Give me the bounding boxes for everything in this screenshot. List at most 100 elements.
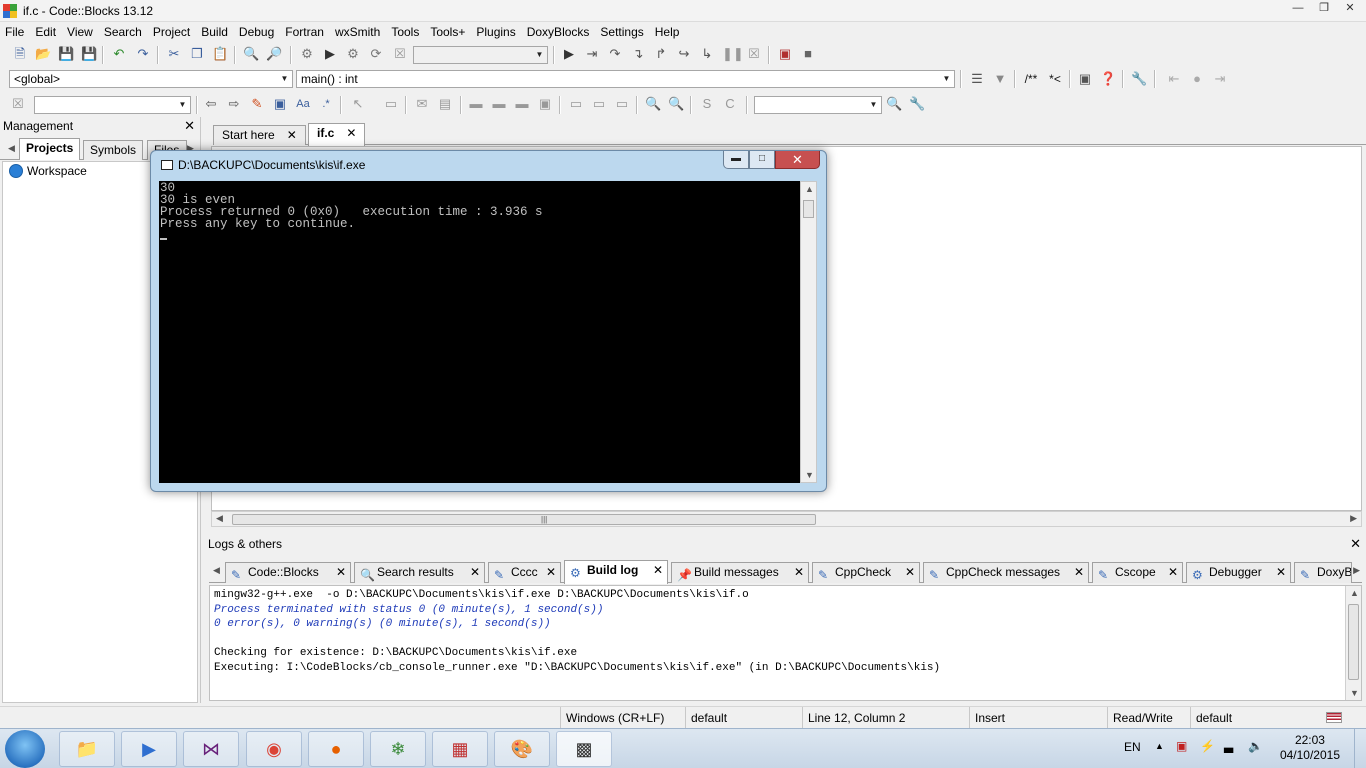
highlight-icon[interactable]: ✎ xyxy=(249,96,265,112)
taskbar-media-player[interactable]: ▶ xyxy=(121,731,177,767)
step-instruction-icon[interactable]: ↳ xyxy=(699,46,715,62)
volume-icon[interactable]: 🔈 xyxy=(1248,739,1263,768)
undo-icon[interactable]: ↶ xyxy=(111,46,127,62)
run-to-cursor-icon[interactable]: ⇥ xyxy=(584,46,600,62)
zoom-in-icon[interactable]: 🔍 xyxy=(645,96,661,112)
pointer-icon[interactable]: ↖ xyxy=(350,96,366,112)
menu-edit[interactable]: Edit xyxy=(30,25,61,39)
taskbar-firefox[interactable]: ● xyxy=(308,731,364,767)
open-folder-icon[interactable]: 📂 xyxy=(35,46,51,62)
start-button[interactable] xyxy=(5,730,45,768)
scroll-right-icon[interactable]: ▶ xyxy=(1350,513,1357,524)
new-file-icon[interactable]: 🗎 xyxy=(12,46,28,62)
show-desktop-button[interactable] xyxy=(1354,729,1366,768)
tab-doxyblocks[interactable]: ✎ DoxyB xyxy=(1294,562,1352,583)
menu-wxsmith[interactable]: wxSmith xyxy=(330,25,385,39)
management-close-icon[interactable]: ✕ xyxy=(184,117,195,135)
close-button[interactable]: ✕ xyxy=(1338,1,1362,17)
code-jump-icon[interactable]: ▼ xyxy=(992,71,1008,87)
menu-search[interactable]: Search xyxy=(99,25,147,39)
tab-cccc[interactable]: ✎ Cccc ✕ xyxy=(488,562,561,583)
wrench-icon[interactable]: 🔧 xyxy=(1131,71,1147,87)
build-gear-icon[interactable]: ⚙ xyxy=(299,46,315,62)
symbol-find-icon[interactable]: 🔍 xyxy=(886,96,902,112)
close-tab-icon[interactable]: ✕ xyxy=(287,128,297,142)
selected-text-icon[interactable]: ▣ xyxy=(272,96,288,112)
align-top-icon[interactable]: ▬ xyxy=(468,96,484,112)
align-middle-icon[interactable]: ▬ xyxy=(491,96,507,112)
taskbar-chrome[interactable]: ◉ xyxy=(246,731,302,767)
expand-icon[interactable]: ▣ xyxy=(537,96,553,112)
sizer-icon[interactable]: ✉ xyxy=(414,96,430,112)
tab-cppcheck-messages[interactable]: ✎ CppCheck messages ✕ xyxy=(923,562,1089,583)
menu-settings[interactable]: Settings xyxy=(595,25,648,39)
power-icon[interactable]: ⚡ xyxy=(1200,739,1215,768)
scroll-left-icon[interactable]: ◀ xyxy=(216,513,223,524)
editor-horizontal-scrollbar[interactable]: ◀ ||| ▶ xyxy=(211,511,1362,527)
tab-scroll-left-icon[interactable]: ◀ xyxy=(8,143,15,154)
clear-search-icon[interactable]: ☒ xyxy=(10,96,26,112)
show-hidden-icons[interactable]: ▲ xyxy=(1155,741,1164,768)
next-instruction-icon[interactable]: ↪ xyxy=(676,46,692,62)
tab-projects[interactable]: Projects xyxy=(19,138,81,160)
cut-icon[interactable]: ✂ xyxy=(166,46,182,62)
border-right-icon[interactable]: ▭ xyxy=(614,96,630,112)
align-bottom-icon[interactable]: ▬ xyxy=(514,96,530,112)
zoom-out-icon[interactable]: 🔍 xyxy=(668,96,684,112)
menu-view[interactable]: View xyxy=(62,25,98,39)
menu-build[interactable]: Build xyxy=(196,25,233,39)
log-tabs-right-icon[interactable]: ▶ xyxy=(1353,565,1360,576)
paste-icon[interactable]: 📋 xyxy=(212,46,228,62)
match-case-icon[interactable]: Aa xyxy=(295,96,311,112)
debug-info-icon[interactable]: ■ xyxy=(800,46,816,62)
abort-icon[interactable]: ☒ xyxy=(392,46,408,62)
border-center-icon[interactable]: ▭ xyxy=(591,96,607,112)
close-tab-icon[interactable]: ✕ xyxy=(346,126,356,140)
border-left-icon[interactable]: ▭ xyxy=(568,96,584,112)
run-icon[interactable]: ▶ xyxy=(322,46,338,62)
taskbar-codeblocks[interactable]: ▦ xyxy=(432,731,488,767)
search-prev-icon[interactable]: ⇦ xyxy=(203,96,219,112)
console-output[interactable]: 30 30 is even Process returned 0 (0x0) e… xyxy=(159,181,800,483)
taskbar-visual-studio[interactable]: ⋈ xyxy=(183,731,239,767)
scrollbar-thumb[interactable]: ||| xyxy=(232,514,816,525)
system-clock[interactable]: 22:03 04/10/2015 xyxy=(1280,733,1340,763)
doxy-comment-button[interactable]: /** xyxy=(1020,71,1042,87)
menu-tools[interactable]: Tools xyxy=(386,25,424,39)
build-log-output[interactable]: mingw32-g++.exe -o D:\BACKUPC\Documents\… xyxy=(209,585,1362,701)
tab-search-results[interactable]: 🔍 Search results ✕ xyxy=(354,562,485,583)
doxy-line-comment-button[interactable]: *< xyxy=(1045,71,1065,87)
widget-box-icon[interactable]: ▭ xyxy=(383,96,399,112)
doxywizard-icon[interactable]: ▣ xyxy=(1077,71,1093,87)
incremental-search-input[interactable]: ▼ xyxy=(34,96,191,114)
build-run-icon[interactable]: ⚙ xyxy=(345,46,361,62)
restore-button[interactable]: ❐ xyxy=(1312,1,1336,17)
save-icon[interactable]: 💾 xyxy=(58,46,74,62)
symbol-search-select[interactable]: ▼ xyxy=(754,96,882,114)
replace-icon[interactable]: 🔎 xyxy=(266,46,282,62)
tab-build-log[interactable]: ⚙ Build log ✕ xyxy=(564,560,668,584)
scroll-up-icon[interactable]: ▲ xyxy=(1350,588,1359,598)
menu-tools-plus[interactable]: Tools+ xyxy=(425,25,470,39)
tray-app-icon[interactable]: ▣ xyxy=(1176,739,1187,768)
stop-debug-icon[interactable]: ☒ xyxy=(746,46,762,62)
scrollbar-thumb[interactable] xyxy=(803,200,814,218)
symbol-settings-icon[interactable]: 🔧 xyxy=(909,96,925,112)
taskbar-paint[interactable]: 🎨 xyxy=(494,731,550,767)
taskbar-console[interactable]: ▩ xyxy=(556,731,612,767)
debug-windows-icon[interactable]: ▣ xyxy=(777,46,793,62)
scroll-down-icon[interactable]: ▼ xyxy=(1350,688,1359,698)
debug-run-icon[interactable]: ▶ xyxy=(561,46,577,62)
rebuild-icon[interactable]: ⟳ xyxy=(368,46,384,62)
scope-select[interactable]: <global> ▼ xyxy=(9,70,293,88)
tab-cscope[interactable]: ✎ Cscope ✕ xyxy=(1092,562,1183,583)
logs-close-icon[interactable]: ✕ xyxy=(1350,535,1361,553)
console-vertical-scrollbar[interactable]: ▲ ▼ xyxy=(800,181,817,483)
menu-file[interactable]: File xyxy=(0,25,29,39)
menu-fortran[interactable]: Fortran xyxy=(280,25,329,39)
minimize-button[interactable]: — xyxy=(1286,1,1310,17)
console-minimize-button[interactable]: ▬ xyxy=(723,151,749,169)
scrollbar-thumb[interactable] xyxy=(1348,604,1359,680)
find-icon[interactable]: 🔍 xyxy=(243,46,259,62)
menu-project[interactable]: Project xyxy=(148,25,195,39)
